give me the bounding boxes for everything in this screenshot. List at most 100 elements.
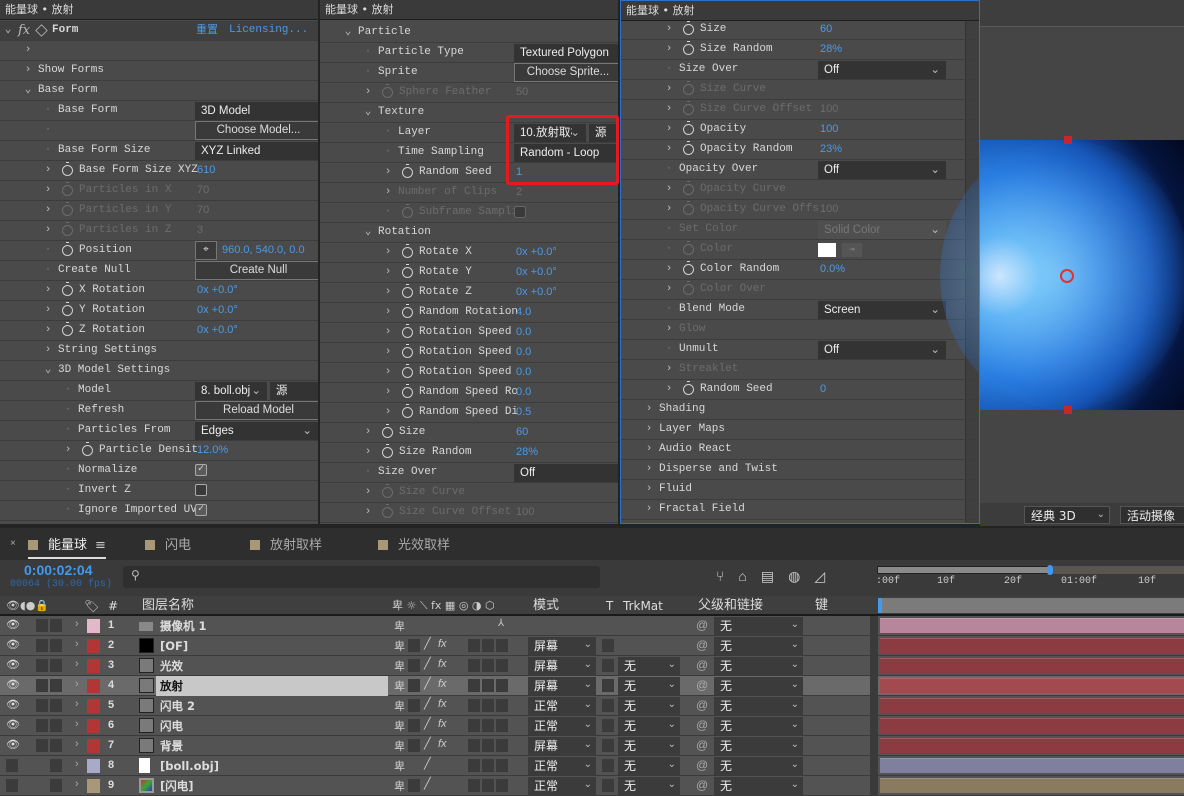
property-value[interactable]: 0x +0.0° (516, 263, 557, 282)
label-color-swatch[interactable] (87, 779, 100, 793)
chevron-right-icon[interactable]: › (664, 260, 674, 279)
preserve-transparency-toggle[interactable] (602, 659, 614, 672)
layer-name[interactable]: [OF] (156, 636, 388, 656)
quality-switch-icon[interactable]: ╱ (424, 657, 431, 670)
chevron-right-icon[interactable]: › (43, 341, 53, 360)
chevron-right-icon[interactable]: › (383, 163, 393, 182)
layer-duration-bar[interactable] (880, 658, 1184, 673)
expand-chevron-icon[interactable]: › (75, 778, 79, 790)
chevron-right-icon[interactable]: › (664, 200, 674, 219)
position-target-icon[interactable]: ⌖ (195, 241, 217, 260)
eye-icon[interactable]: 👁 (6, 738, 20, 751)
label-color-swatch[interactable] (87, 719, 100, 733)
shy-switch-icon[interactable]: 卑 (394, 638, 405, 654)
stopwatch-icon[interactable] (62, 322, 73, 336)
chevron-right-icon[interactable]: › (383, 243, 393, 262)
stopwatch-icon[interactable] (382, 84, 393, 98)
expand-chevron-icon[interactable]: › (75, 678, 79, 690)
switch-box[interactable] (468, 639, 480, 652)
solo-toggle[interactable] (50, 639, 62, 652)
mode-dropdown[interactable]: 正常 ⌄ (528, 697, 596, 715)
chevron-right-icon[interactable]: › (644, 420, 654, 439)
stopwatch-icon[interactable] (683, 241, 694, 255)
collapse-switch[interactable] (408, 659, 420, 672)
label-color-swatch[interactable] (87, 699, 100, 713)
parent-dropdown[interactable]: 无 ⌄ (714, 717, 803, 735)
chevron-right-icon[interactable]: › (664, 40, 674, 59)
camera-dropdown[interactable]: 活动摄像 (1120, 506, 1184, 524)
property-value[interactable]: 50 (516, 83, 528, 102)
position-value[interactable]: 960.0, 540.0, 0.0 (222, 241, 305, 260)
eye-icon[interactable]: 👁 (6, 618, 20, 631)
audio-toggle[interactable] (36, 679, 48, 692)
collapse-switch[interactable] (408, 739, 420, 752)
switch-box[interactable] (496, 659, 508, 672)
chevron-right-icon[interactable]: › (664, 320, 674, 339)
chevron-right-icon[interactable]: › (664, 120, 674, 139)
property-dropdown[interactable]: Off ⌄ (818, 61, 946, 79)
tab-3[interactable]: 光效取样 (378, 534, 450, 553)
chevron-down-icon[interactable]: ⌄ (43, 361, 53, 380)
property-value[interactable]: 60 (516, 423, 528, 442)
chevron-right-icon[interactable]: › (644, 480, 654, 499)
preserve-transparency-toggle[interactable] (602, 679, 614, 692)
quality-switch-icon[interactable]: ╱ (424, 637, 431, 650)
stopwatch-icon[interactable] (62, 162, 73, 176)
layer-row[interactable]: › 9 [闪电] 卑 ╱ 正常 ⌄ 无 ⌄ @ 无 ⌄ (0, 776, 1184, 796)
label-color-swatch[interactable] (87, 679, 100, 693)
shy-switch-icon[interactable]: 卑 (394, 718, 405, 734)
property-value[interactable]: 60 (820, 20, 832, 39)
property-value[interactable]: 70 (197, 181, 209, 200)
property-value[interactable]: 0x +0.0° (516, 283, 557, 302)
tab-1[interactable]: 闪电 (145, 534, 191, 553)
tab-0[interactable]: 能量球 ≡ (28, 534, 106, 559)
property-button[interactable]: Create Null (195, 261, 318, 280)
shy-switch-icon[interactable]: 卑 (394, 618, 405, 634)
parent-dropdown[interactable]: 无 ⌄ (714, 617, 803, 635)
layer-row[interactable]: 👁 › 1 摄像机 1 卑 ⅄ @ 无 ⌄ (0, 616, 1184, 636)
stopwatch-icon[interactable] (402, 384, 413, 398)
stopwatch-icon[interactable] (683, 21, 694, 35)
chevron-right-icon[interactable]: › (664, 80, 674, 99)
parent-pickwhip-icon[interactable]: @ (696, 678, 708, 692)
chevron-right-icon[interactable]: › (664, 180, 674, 199)
property-value[interactable]: 0x +0.0° (516, 243, 557, 262)
property-dropdown[interactable]: Off (514, 464, 618, 482)
chevron-right-icon[interactable]: › (43, 281, 53, 300)
stopwatch-icon[interactable] (683, 121, 694, 135)
solo-toggle[interactable] (50, 759, 62, 772)
property-value[interactable]: 0x +0.0° (197, 281, 238, 300)
trkmat-dropdown[interactable]: 无 ⌄ (618, 717, 680, 735)
layer-row[interactable]: 👁 › 3 光效卑 ╱ fx 屏幕 ⌄ 无 ⌄ @ 无 ⌄ (0, 656, 1184, 676)
chevron-right-icon[interactable]: › (383, 343, 393, 362)
fx-switch-icon[interactable]: fx (438, 678, 447, 690)
chevron-right-icon[interactable]: › (383, 263, 393, 282)
close-tab-icon[interactable]: × (10, 538, 16, 549)
solo-toggle[interactable] (50, 739, 62, 752)
switch-box[interactable] (482, 779, 494, 792)
solo-toggle[interactable] (50, 779, 62, 792)
stopwatch-icon[interactable] (683, 181, 694, 195)
trkmat-dropdown[interactable]: 无 ⌄ (618, 777, 680, 795)
property-value[interactable]: 0.0 (516, 363, 531, 382)
video-toggle[interactable] (6, 779, 18, 792)
stopwatch-icon[interactable] (62, 222, 73, 236)
fx-switch-icon[interactable]: fx (438, 658, 447, 670)
property-value[interactable]: 2 (516, 183, 522, 202)
shy-switch-icon[interactable]: 卑 (394, 658, 405, 674)
layer-row[interactable]: › 8 [boll.obj] 卑 ╱ 正常 ⌄ 无 ⌄ @ 无 ⌄ (0, 756, 1184, 776)
layer-duration-bar[interactable] (880, 738, 1184, 753)
tab-menu-icon[interactable]: ≡ (95, 538, 106, 553)
stopwatch-icon[interactable] (683, 381, 694, 395)
property-value[interactable]: 100 (516, 503, 534, 522)
solo-toggle[interactable] (50, 659, 62, 672)
anchor-handle-bottom[interactable] (1064, 406, 1072, 414)
header-layer-name[interactable]: 图层名称 (142, 596, 194, 616)
switch-box[interactable] (496, 639, 508, 652)
timecode[interactable]: 0:00:02:04 (24, 562, 93, 578)
switch-box[interactable] (468, 779, 480, 792)
chevron-right-icon[interactable]: › (644, 460, 654, 479)
stopwatch-icon[interactable] (402, 364, 413, 378)
switch-box[interactable] (496, 699, 508, 712)
switch-box[interactable] (468, 759, 480, 772)
